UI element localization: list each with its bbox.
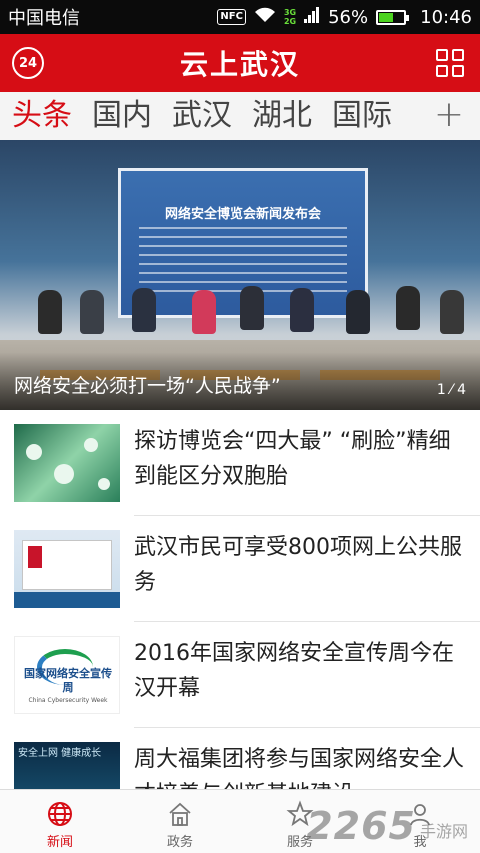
thumb-text: 国家网络安全宣传周 [24,667,112,694]
pager-current: 1 [436,382,446,398]
hero-screen-title: 网络安全博览会新闻发布会 [164,207,321,222]
news-thumbnail [14,424,120,502]
tab-headlines[interactable]: 头条 [12,92,72,140]
news-thumbnail: 国家网络安全宣传周 China Cybersecurity Week [14,636,120,714]
hero-caption: 网络安全必须打一场“人民战争” [14,375,281,397]
nav-label: 政务 [166,835,193,850]
site-watermark: 2265 手游网 [306,804,468,848]
clock: 10:46 [420,6,472,28]
app-title: 云上武汉 [179,48,300,81]
status-icons: NFC 3G 2G 56% 10:46 [217,6,472,28]
nav-news[interactable]: 新闻 [0,790,120,853]
signal-icon [304,6,320,28]
hero-person [240,286,264,330]
thumb-text: 安全上网 健康成长 [18,748,102,759]
news-title: 探访博览会“四大最” “刷脸”精细到能区分双胞胎 [134,429,451,489]
pager-total: 4 [457,382,466,398]
add-tab-button[interactable]: + [434,94,464,135]
nav-government[interactable]: 政务 [120,790,240,853]
hero-person [132,288,156,332]
tab-wuhan[interactable]: 武汉 [172,92,232,140]
news-title: 武汉市民可享受800项网上公共服务 [134,535,462,595]
grid-menu-icon[interactable] [436,49,464,77]
wifi-icon [254,7,276,28]
tab-international[interactable]: 国际 [332,92,392,140]
tab-hubei[interactable]: 湖北 [252,92,312,140]
thumb-shape [14,592,120,608]
thumb-shape [26,444,42,460]
thumb-subtext: China Cybersecurity Week [28,697,108,704]
hero-banner[interactable]: 网络安全博览会新闻发布会 网络安全必须打一场“人民战争” 1 ⁄ 4 [0,140,480,410]
grid-cell [436,65,448,77]
grid-cell [452,49,464,61]
tab-domestic[interactable]: 国内 [92,92,152,140]
list-item[interactable]: 国家网络安全宣传周 China Cybersecurity Week 2016年… [0,622,480,728]
watermark-number: 2265 [306,804,416,848]
weather-value: 24 [18,55,38,71]
category-tabs: 头条 国内 武汉 湖北 国际 + [0,92,480,140]
list-item[interactable]: 武汉市民可享受800项网上公共服务 [0,516,480,622]
hero-person [346,290,370,334]
news-thumbnail [14,530,120,608]
nfc-icon: NFC [217,9,246,25]
battery-fill [379,12,393,22]
news-title: 2016年国家网络安全宣传周今在汉开幕 [134,641,454,701]
watermark-text: 手游网 [419,822,468,841]
weather-button[interactable]: 24 [12,47,44,79]
thumb-shape [54,464,74,484]
hero-person [396,286,420,330]
list-item[interactable]: 探访博览会“四大最” “刷脸”精细到能区分双胞胎 [0,410,480,516]
hero-person [192,290,216,334]
status-bar: 中国电信 NFC 3G 2G 56% 10:46 [0,0,480,34]
thumb-shape [28,546,42,568]
hero-person [290,288,314,332]
network-type-badge: 3G 2G [284,8,296,26]
hero-pager: 1 ⁄ 4 [436,382,466,398]
app-header: 24 云上武汉 [0,34,480,92]
network-3g-label: 3G [283,8,297,17]
thumb-shape [98,478,110,490]
globe-icon [46,800,74,828]
nav-label: 新闻 [46,835,73,850]
grid-cell [452,65,464,77]
network-2g-label: 2G [283,17,297,26]
hero-person [80,290,104,334]
carrier-label: 中国电信 [8,8,80,29]
building-icon [166,800,194,828]
battery-icon [376,9,410,25]
battery-percent: 56% [328,6,369,28]
thumb-shape [84,438,98,452]
hero-person [38,290,62,334]
grid-cell [436,49,448,61]
hero-person [440,290,464,334]
